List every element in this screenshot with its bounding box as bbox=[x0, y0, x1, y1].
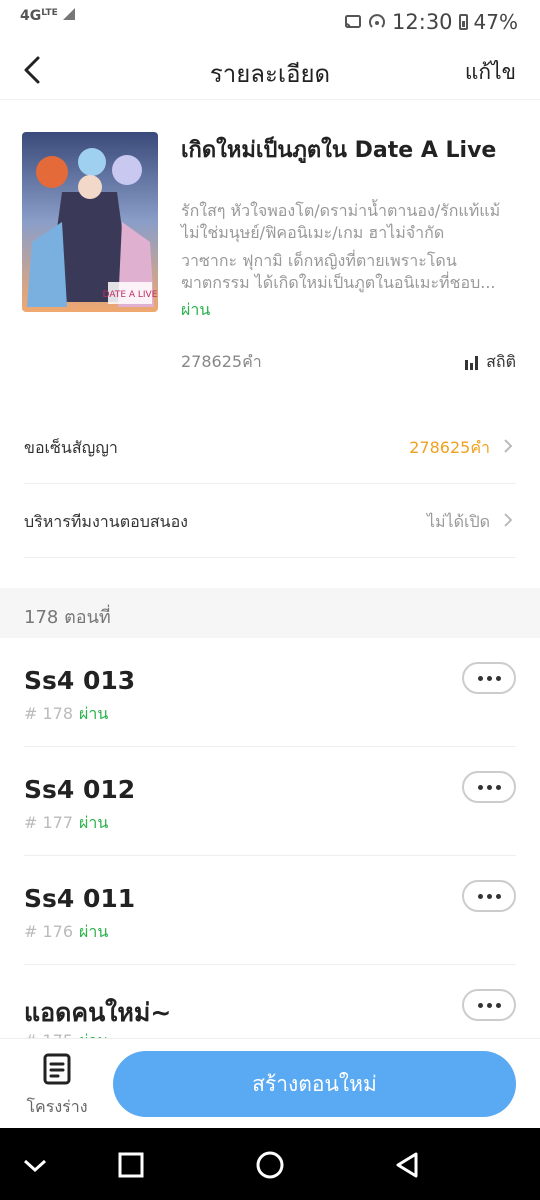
network-subtype: LTE bbox=[41, 8, 58, 18]
cast-icon bbox=[345, 15, 362, 29]
book-cover[interactable]: DATE A LIVE bbox=[22, 132, 158, 312]
chevron-right-icon bbox=[504, 439, 513, 453]
dot bbox=[477, 675, 483, 681]
dot bbox=[486, 893, 492, 899]
dot bbox=[495, 1002, 501, 1008]
bar-chart-icon bbox=[465, 355, 479, 370]
svg-text:DATE A LIVE: DATE A LIVE bbox=[103, 290, 158, 300]
book-summary: วาซากะ ฟุกามิ เด็กหญิงที่ตายเพราะโดนฆาตก… bbox=[181, 251, 496, 292]
chapter-title: Ss4 013 bbox=[24, 666, 136, 695]
dot bbox=[495, 784, 501, 790]
more-options-button[interactable] bbox=[462, 989, 516, 1021]
back-triangle-icon[interactable] bbox=[392, 1150, 422, 1180]
recent-apps-icon[interactable] bbox=[116, 1150, 146, 1180]
status-bar: 4GLTE 12:30 47% bbox=[0, 0, 540, 42]
outline-button[interactable]: โครงร่าง bbox=[22, 1053, 92, 1120]
home-icon[interactable] bbox=[255, 1150, 285, 1180]
chapter-title: Ss4 012 bbox=[24, 775, 136, 804]
chapter-status: ผ่าน bbox=[79, 813, 109, 832]
book-tags: รักใสๆ หัวใจพองโต/ดราม่าน้ำตานอง/รักแท้แ… bbox=[181, 201, 501, 242]
row-value: 278625คำ bbox=[409, 438, 490, 457]
book-title: เกิดใหม่เป็นภูตใน Date A Live bbox=[181, 138, 497, 163]
chevron-down-icon[interactable] bbox=[20, 1150, 50, 1180]
chapter-count-header: 178 ตอนที่ bbox=[0, 588, 540, 638]
bottom-action-bar: โครงร่าง สร้างตอนใหม่ bbox=[0, 1038, 540, 1128]
team-management-row[interactable]: บริหารทีมงานตอบสนอง ไม่ได้เปิด bbox=[24, 484, 516, 558]
row-label: ขอเซ็นสัญญา bbox=[24, 438, 118, 457]
chapter-status: ผ่าน bbox=[79, 704, 109, 723]
chevron-right-icon bbox=[504, 513, 513, 527]
chapter-meta: # 178 ผ่าน bbox=[24, 702, 108, 727]
network-type: 4G bbox=[20, 8, 42, 24]
chapter-number: # 176 bbox=[24, 922, 74, 941]
chapter-title: แอดคนใหม่~ bbox=[24, 998, 172, 1027]
clock: 12:30 bbox=[392, 10, 453, 34]
dot bbox=[477, 784, 483, 790]
dot bbox=[486, 1002, 492, 1008]
stats-label: สถิติ bbox=[486, 352, 516, 371]
outline-label: โครงร่าง bbox=[26, 1097, 88, 1116]
chapter-number: # 177 bbox=[24, 813, 74, 832]
chapter-number: # 178 bbox=[24, 704, 74, 723]
hotspot-icon bbox=[369, 14, 385, 28]
more-options-button[interactable] bbox=[462, 771, 516, 803]
create-chapter-button[interactable]: สร้างตอนใหม่ bbox=[113, 1051, 516, 1117]
stats-button[interactable]: สถิติ bbox=[464, 350, 516, 375]
cover-image: DATE A LIVE bbox=[22, 132, 158, 312]
dot bbox=[486, 675, 492, 681]
battery-icon bbox=[458, 14, 468, 30]
dot bbox=[477, 1002, 483, 1008]
signal-icon bbox=[62, 8, 75, 20]
more-options-button[interactable] bbox=[462, 662, 516, 694]
word-count: 278625คำ bbox=[181, 352, 262, 371]
dot bbox=[495, 893, 501, 899]
book-status: ผ่าน bbox=[181, 300, 211, 319]
chapter-title: Ss4 011 bbox=[24, 884, 136, 913]
dot bbox=[486, 784, 492, 790]
battery-percent: 47% bbox=[473, 10, 518, 34]
chapter-item[interactable]: Ss4 012 # 177 ผ่าน bbox=[24, 747, 516, 856]
chapter-meta: # 177 ผ่าน bbox=[24, 811, 108, 836]
edit-button[interactable]: แก้ไข bbox=[465, 56, 516, 89]
chapter-item[interactable]: Ss4 011 # 176 ผ่าน bbox=[24, 856, 516, 965]
row-label: บริหารทีมงานตอบสนอง bbox=[24, 512, 188, 531]
dot bbox=[495, 675, 501, 681]
app-header: รายละเอียด แก้ไข bbox=[0, 42, 540, 100]
chapter-count: 178 ตอนที่ bbox=[24, 607, 111, 628]
chapter-item[interactable]: Ss4 013 # 178 ผ่าน bbox=[24, 638, 516, 747]
dot bbox=[477, 893, 483, 899]
network-indicator: 4GLTE bbox=[20, 8, 75, 24]
row-value: ไม่ได้เปิด bbox=[426, 512, 490, 531]
more-options-button[interactable] bbox=[462, 880, 516, 912]
chapter-meta: # 176 ผ่าน bbox=[24, 920, 108, 945]
document-icon bbox=[43, 1053, 71, 1085]
page-title: รายละเอียด bbox=[209, 60, 331, 88]
chapter-status: ผ่าน bbox=[79, 922, 109, 941]
contract-request-row[interactable]: ขอเซ็นสัญญา 278625คำ bbox=[24, 410, 516, 484]
system-nav-bar bbox=[0, 1128, 540, 1200]
